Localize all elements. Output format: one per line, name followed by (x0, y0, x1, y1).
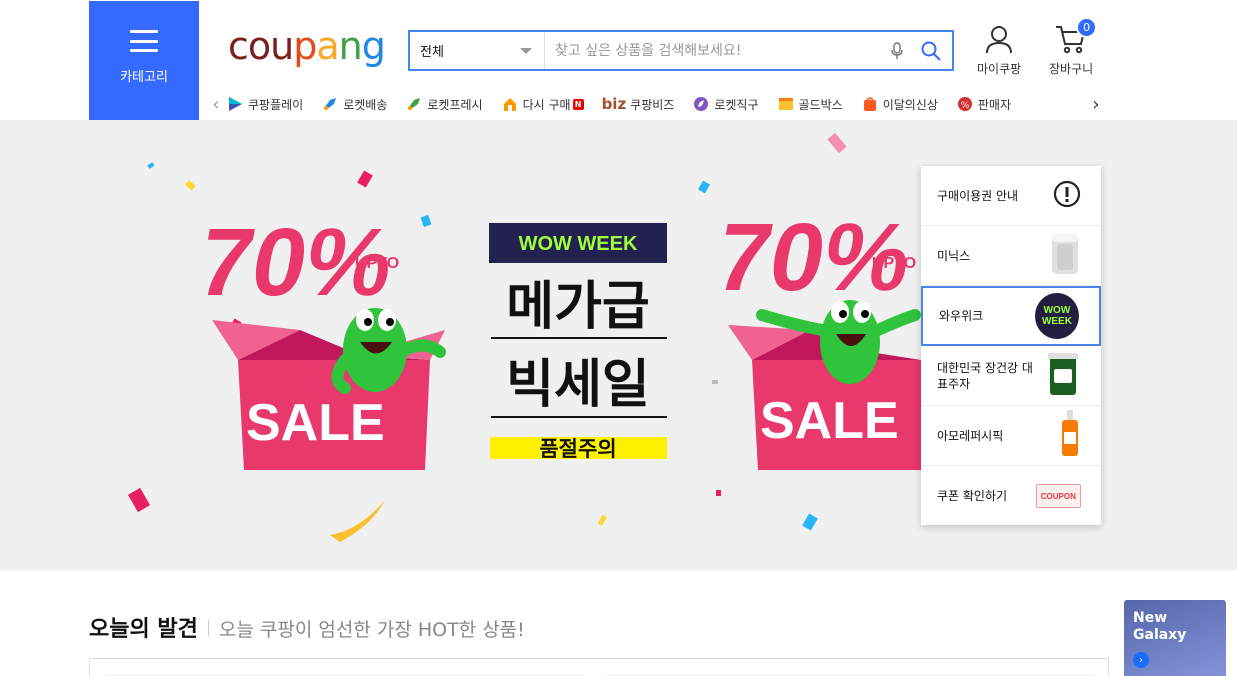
rocket-fresh-icon (405, 95, 423, 113)
side-panel-label: 쿠폰 확인하기 (937, 489, 1008, 503)
banner-copy: WOW WEEK 메가급 빅세일 품절주의 (489, 223, 667, 461)
left-upto: UPTO (355, 255, 399, 272)
shortcut-item[interactable]: 쿠팡플레이 (226, 95, 303, 113)
left-sale: SALE (246, 394, 385, 452)
info-icon (1053, 180, 1081, 211)
logo-letter: o (247, 24, 271, 68)
search-input[interactable] (545, 32, 884, 69)
search-icon[interactable] (918, 38, 944, 64)
side-panel-label: 와우위크 (939, 309, 984, 323)
search-category-value: 전체 (420, 45, 444, 60)
banner-tag: 품절주의 (539, 437, 616, 461)
chevron-left-icon[interactable]: ‹ (206, 90, 226, 118)
play-icon (226, 95, 244, 113)
chevron-right-icon: › (1133, 652, 1149, 668)
new-icon (861, 95, 879, 113)
new-badge: N (572, 98, 584, 110)
yogurt-icon (1045, 351, 1081, 400)
shortcut-list: 쿠팡플레이 로켓배송 로켓프레시 다시 구매 Nbiz 쿠팡비즈 로켓직구 골드박스 이달의신상… (226, 90, 1086, 118)
coupang-logo[interactable]: coupang (228, 24, 386, 68)
category-label: 카테고리 (120, 70, 168, 85)
user-icon (986, 26, 1013, 54)
shortcut-label: 골드박스 (798, 97, 843, 112)
svg-text:%: % (961, 101, 970, 111)
cart-button[interactable]: 장바구니 0 (1049, 17, 1098, 77)
logo-letter: u (270, 24, 294, 68)
my-coupang-label: 마이쿠팡 (977, 62, 1022, 76)
my-coupang-button[interactable]: 마이쿠팡 (977, 24, 1021, 77)
rebuy-icon (501, 95, 519, 113)
shortcut-item[interactable]: 골드박스 (777, 95, 843, 113)
category-menu-button[interactable]: 카테고리 (89, 1, 199, 120)
today-section-header: 오늘의 발견 오늘 쿠팡이 엄선한 가장 HOT한 상품! (89, 611, 525, 643)
side-panel-item[interactable]: 와우위크 WOW WEEK (921, 286, 1101, 346)
banner-side-panel: 구매이용권 안내 미닉스 와우위크 WOW WEEK 대한민국 장건강 대표주자 아모레퍼시… (921, 166, 1101, 525)
shortcut-item[interactable]: 다시 구매 N (501, 95, 584, 113)
search-category-select[interactable]: 전체 (410, 32, 545, 69)
shortcut-item[interactable]: 로켓프레시 (405, 95, 483, 113)
coupang-home: 카테고리 coupang 전체 마이쿠팡 장바구니 0 ‹ 쿠팡플레이 로켓배송 로… (0, 0, 1237, 676)
cart-label: 장바구니 (1049, 62, 1094, 76)
shortcut-label: 이달의신상 (882, 97, 938, 112)
banner-line1: 메가급 (506, 277, 650, 337)
logo-letter: g (361, 24, 386, 68)
gold-box-icon (777, 95, 795, 113)
side-panel-label: 구매이용권 안내 (937, 188, 1019, 203)
shortcut-item[interactable]: biz 쿠팡비즈 (602, 95, 675, 113)
mic-icon[interactable] (884, 38, 910, 64)
side-panel-item[interactable]: 대한민국 장건강 대표주자 (921, 346, 1101, 406)
rocket-direct-icon (692, 95, 710, 113)
shortcut-item[interactable]: 로켓직구 (692, 95, 759, 113)
galaxy-ad[interactable]: New Galaxy › (1124, 600, 1226, 676)
wow-week-icon: WOW WEEK (1034, 293, 1079, 339)
shortcut-label: 로켓직구 (714, 97, 759, 112)
logo-letter: p (293, 24, 317, 68)
section-subtitle: 오늘 쿠팡이 엄선한 가장 HOT한 상품! (218, 619, 525, 641)
wow-week-line1: WOW (1043, 305, 1071, 316)
serum-bottle-icon (1059, 410, 1081, 461)
side-panel-item[interactable]: 아모레퍼시픽 (921, 406, 1101, 466)
side-panel-label: 아모레퍼시픽 (937, 428, 1004, 443)
right-upto: UPTO (872, 255, 916, 272)
biz-icon: biz (601, 95, 627, 113)
cart-count-badge: 0 (1076, 17, 1098, 38)
shortcut-item[interactable]: % 판매자 (956, 95, 1011, 113)
rocket-icon (321, 95, 339, 113)
chevron-down-icon (520, 47, 532, 54)
right-sale-box: 70% UPTO SALE (708, 203, 921, 470)
side-panel-item[interactable]: 미닉스 (921, 226, 1101, 286)
coupon-icon: COUPON (1035, 484, 1081, 508)
logo-letter: c (228, 24, 249, 68)
shortcut-label: 다시 구매 (522, 97, 571, 112)
side-panel-item[interactable]: 쿠폰 확인하기 COUPON (921, 466, 1101, 526)
shortcut-item[interactable]: 이달의신상 (861, 95, 938, 113)
shortcut-label: 로켓배송 (343, 97, 388, 112)
seller-icon: % (956, 95, 974, 113)
side-panel-label: 미닉스 (937, 248, 971, 263)
section-title: 오늘의 발견 (89, 617, 198, 642)
logo-letter: a (316, 24, 339, 68)
shortcut-label: 쿠팡비즈 (630, 97, 675, 112)
wow-week-line2: WEEK (1041, 316, 1072, 327)
banner-badge: WOW WEEK (519, 233, 638, 255)
shortcut-label: 판매자 (977, 97, 1012, 112)
shortcut-label: 쿠팡플레이 (248, 97, 304, 112)
banner-line2: 빅세일 (506, 355, 650, 415)
left-sale-box: 70% UPTO SALE (190, 208, 446, 470)
hamburger-icon (130, 30, 158, 52)
appliance-icon (1049, 232, 1081, 279)
side-panel-label: 대한민국 장건강 대표주자 (937, 360, 1033, 391)
product-grid (89, 658, 1109, 676)
chevron-right-icon[interactable]: › (1086, 90, 1106, 118)
shortcut-label: 로켓프레시 (427, 97, 483, 112)
logo-letter: n (338, 24, 363, 68)
right-sale: SALE (760, 392, 899, 450)
divider (207, 620, 209, 636)
search-bar: 전체 (408, 30, 954, 71)
ad-title: New Galaxy (1133, 610, 1187, 643)
shortcut-bar: ‹ 쿠팡플레이 로켓배송 로켓프레시 다시 구매 Nbiz 쿠팡비즈 로켓직구 골드박스 이달의… (206, 90, 1106, 118)
side-panel-item[interactable]: 구매이용권 안내 (921, 166, 1101, 226)
shortcut-item[interactable]: 로켓배송 (321, 95, 387, 113)
